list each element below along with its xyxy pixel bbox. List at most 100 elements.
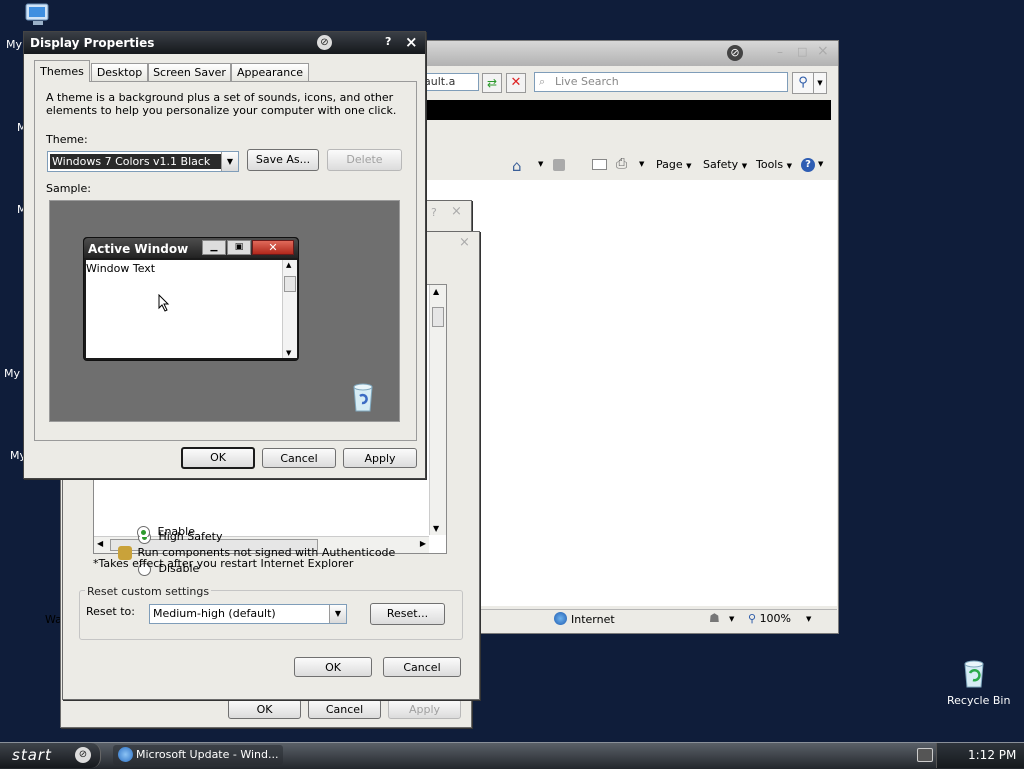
close-icon: ✕ bbox=[252, 240, 294, 255]
theme-select[interactable]: Windows 7 Colors v1.1 Black ▼ bbox=[47, 151, 239, 172]
mouse-cursor-icon bbox=[158, 293, 170, 315]
windows-logo-icon: ⊘ bbox=[75, 747, 91, 763]
help-icon[interactable]: ? bbox=[801, 158, 815, 172]
io-cancel-button[interactable]: Cancel bbox=[308, 699, 381, 719]
io-close-icon[interactable]: × bbox=[451, 204, 462, 219]
safety-menu[interactable]: Safety ▼ bbox=[703, 158, 747, 171]
scroll-thumb[interactable] bbox=[432, 307, 444, 327]
ss-cancel-button[interactable]: Cancel bbox=[383, 657, 461, 677]
clock[interactable]: 1:12 PM bbox=[968, 748, 1016, 762]
save-as-button[interactable]: Save As... bbox=[247, 149, 319, 171]
scroll-left-icon[interactable]: ◀ bbox=[97, 539, 103, 548]
address-bar[interactable]: ault.a bbox=[421, 73, 479, 91]
restart-footnote: *Takes effect after you restart Internet… bbox=[93, 557, 354, 570]
zoom-icon: ⚲ bbox=[748, 612, 757, 625]
recycle-bin-icon[interactable] bbox=[958, 657, 990, 689]
start-button[interactable]: start ⊘ bbox=[0, 743, 101, 768]
ss-ok-button[interactable]: OK bbox=[294, 657, 372, 677]
close-icon[interactable]: × bbox=[817, 43, 829, 59]
close-button[interactable]: × bbox=[405, 33, 418, 51]
zoom-dropdown-icon[interactable]: ▼ bbox=[806, 615, 811, 623]
reset-to-select[interactable]: Medium-high (default) ▼ bbox=[149, 604, 347, 624]
refresh-icon[interactable]: ⇄ bbox=[482, 73, 502, 93]
chevron-down-icon[interactable]: ▼ bbox=[329, 605, 346, 623]
stop-icon[interactable]: ✕ bbox=[506, 73, 526, 93]
reset-group-label: Reset custom settings bbox=[85, 585, 212, 598]
search-placeholder: Live Search bbox=[555, 75, 619, 88]
scroll-down-icon: ▼ bbox=[286, 349, 292, 357]
scroll-thumb bbox=[284, 276, 296, 292]
search-options-button[interactable]: ▼ bbox=[813, 72, 827, 94]
ie-icon bbox=[118, 747, 133, 762]
zone-label: Internet bbox=[571, 613, 615, 626]
sample-window-title: Active Window bbox=[88, 242, 189, 256]
search-input[interactable]: ⌕ Live Search bbox=[534, 72, 788, 92]
settings-list-vscroll[interactable]: ▲ ▼ bbox=[429, 285, 446, 535]
help-button[interactable]: ? bbox=[385, 35, 391, 48]
desktop-label-1: My bbox=[6, 38, 23, 51]
minimize-icon[interactable]: – bbox=[777, 45, 783, 59]
chevron-down-icon[interactable]: ▼ bbox=[221, 152, 238, 171]
protected-dropdown-icon[interactable]: ▼ bbox=[729, 615, 734, 623]
maximize-icon[interactable]: □ bbox=[797, 45, 807, 58]
scroll-right-icon[interactable]: ▶ bbox=[420, 539, 426, 548]
print-dropdown-icon[interactable]: ▼ bbox=[639, 160, 644, 168]
ie-logo-icon: ⊘ bbox=[727, 45, 743, 61]
dp-apply-button[interactable]: Apply bbox=[343, 448, 417, 468]
setting-option-partial[interactable]: Enable bbox=[137, 525, 195, 537]
scroll-down-icon[interactable]: ▼ bbox=[433, 524, 439, 533]
recycle-bin-icon bbox=[350, 381, 376, 416]
taskbar-task[interactable]: Microsoft Update - Wind... bbox=[113, 745, 283, 765]
help-dropdown-icon[interactable]: ▼ bbox=[818, 160, 823, 168]
feeds-icon[interactable] bbox=[553, 159, 565, 171]
minimize-icon: ▁ bbox=[202, 240, 226, 255]
ss-close-icon[interactable]: × bbox=[459, 235, 470, 250]
dp-ok-button[interactable]: OK bbox=[181, 447, 255, 469]
tab-appearance[interactable]: Appearance bbox=[231, 63, 309, 81]
keyboard-icon[interactable] bbox=[917, 748, 933, 762]
scroll-up-icon[interactable]: ▲ bbox=[433, 287, 439, 296]
windows-logo-icon: ⊘ bbox=[317, 35, 332, 50]
my-computer-icon[interactable] bbox=[24, 2, 54, 28]
task-label: Microsoft Update - Wind... bbox=[136, 748, 279, 761]
theme-description: A theme is a background plus a set of so… bbox=[46, 91, 397, 117]
maximize-icon: ▣ bbox=[227, 240, 251, 255]
radio-enable[interactable] bbox=[137, 525, 150, 537]
reset-to-label: Reset to: bbox=[86, 605, 135, 618]
ie-titlebar bbox=[421, 41, 838, 66]
search-input-icon: ⌕ bbox=[539, 75, 546, 88]
dialog-title: Display Properties bbox=[30, 36, 155, 50]
page-menu[interactable]: Page ▼ bbox=[656, 158, 692, 171]
io-ok-button[interactable]: OK bbox=[228, 699, 301, 719]
reset-button[interactable]: Reset... bbox=[370, 603, 445, 625]
scroll-up-icon: ▲ bbox=[286, 261, 292, 269]
start-label: start bbox=[12, 746, 52, 764]
recycle-bin-label: Recycle Bin bbox=[947, 694, 1011, 707]
read-mail-icon[interactable] bbox=[592, 159, 607, 170]
display-properties-dialog: Display Properties ⊘ ? × Themes Desktop … bbox=[23, 31, 426, 479]
zoom-value: 100% bbox=[759, 612, 792, 625]
dp-cancel-button[interactable]: Cancel bbox=[262, 448, 336, 468]
tab-desktop[interactable]: Desktop bbox=[91, 63, 148, 81]
option-label: Enable bbox=[157, 525, 195, 537]
sample-scrollbar: ▲ ▼ bbox=[282, 260, 297, 358]
zoom-level[interactable]: ⚲ 100% bbox=[748, 612, 791, 625]
tab-strip: Themes Desktop Screen Saver Appearance bbox=[34, 60, 414, 83]
ie-window: ⊘ – □ × ault.a ⇄ ✕ ⌕ Live Search ⚲ ▼ ⌂ ▼… bbox=[420, 40, 839, 634]
ie-content-area[interactable] bbox=[421, 180, 837, 606]
io-apply-button[interactable]: Apply bbox=[388, 699, 461, 719]
page-menu-label: Page bbox=[656, 158, 683, 171]
tools-menu[interactable]: Tools ▼ bbox=[756, 158, 792, 171]
protected-mode-icon[interactable]: ☗ bbox=[709, 611, 720, 625]
sample-preview: Active Window ▁ ▣ ✕ Window Text ▲ ▼ bbox=[49, 200, 400, 422]
delete-button[interactable]: Delete bbox=[327, 149, 402, 171]
sample-window-text: Window Text bbox=[86, 262, 156, 275]
io-help-icon[interactable]: ? bbox=[431, 206, 437, 219]
ie-tab-bar bbox=[421, 100, 831, 120]
print-icon[interactable]: ⎙ bbox=[616, 156, 627, 172]
tab-screen-saver[interactable]: Screen Saver bbox=[148, 63, 231, 81]
tab-themes[interactable]: Themes bbox=[34, 60, 90, 82]
home-dropdown-icon[interactable]: ▼ bbox=[538, 160, 543, 168]
home-icon[interactable]: ⌂ bbox=[512, 157, 522, 175]
search-button[interactable]: ⚲ bbox=[792, 72, 814, 94]
